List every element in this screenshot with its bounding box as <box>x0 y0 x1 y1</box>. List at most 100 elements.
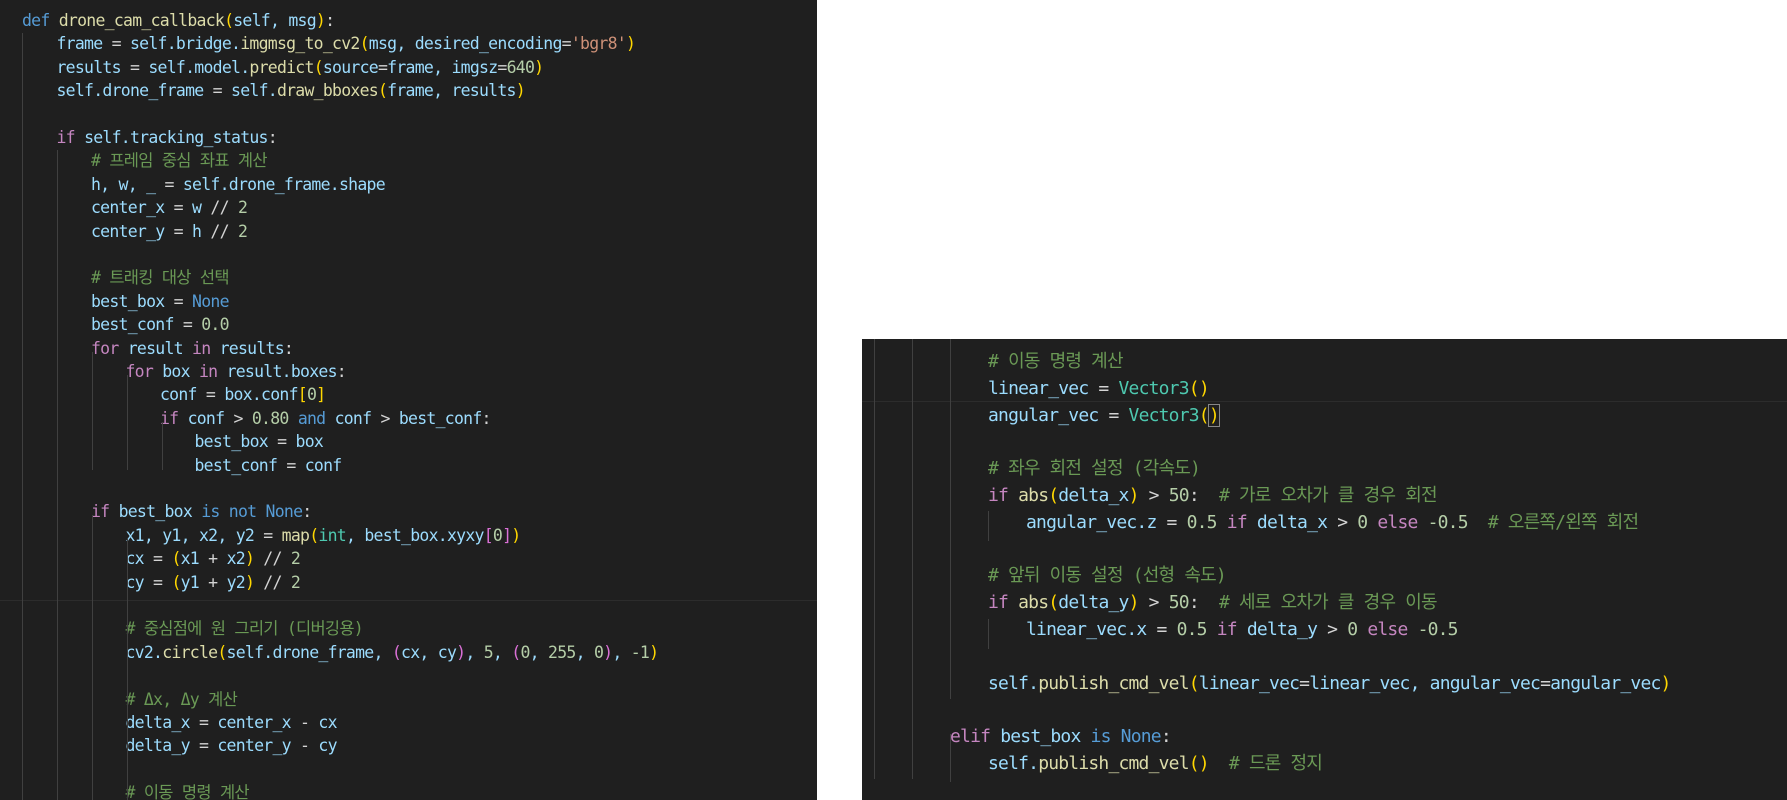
code-token: linear_vec.x <box>1026 619 1147 640</box>
code-line[interactable]: if self.tracking_status: <box>57 126 278 149</box>
code-token: else <box>1377 511 1418 533</box>
code-token: ( <box>1048 592 1059 614</box>
code-token: 'bgr8' <box>570 34 627 54</box>
code-token: conf <box>304 455 342 475</box>
code-line[interactable]: if best_box is not None: <box>91 500 312 523</box>
code-token: ] <box>502 525 512 545</box>
code-line[interactable]: linear_vec.x = 0.5 if delta_y > 0 else -… <box>1026 616 1459 643</box>
code-line[interactable]: def drone_cam_callback(self, msg): <box>22 9 335 32</box>
indent-guide <box>162 422 163 470</box>
code-line[interactable]: for result in results: <box>91 337 294 360</box>
code-line[interactable]: h, w, _ = self.drone_frame.shape <box>91 173 386 196</box>
code-token: center_x <box>217 713 291 732</box>
code-line[interactable]: center_y = h // 2 <box>91 220 248 243</box>
code-token: None <box>265 502 303 522</box>
code-token: 50 <box>1168 485 1190 506</box>
code-token: - <box>290 736 319 756</box>
code-line[interactable]: # Δx, Δy 계산 <box>126 688 238 711</box>
code-line[interactable]: delta_y = center_y - cy <box>126 734 338 757</box>
code-line[interactable]: # 이동 명령 계산 <box>988 348 1124 375</box>
code-comment: # 세로 오차가 클 경우 이동 <box>1218 592 1438 614</box>
code-line[interactable]: angular_vec.z = 0.5 if delta_x > 0 else … <box>1026 509 1639 536</box>
code-line[interactable]: cv2.circle(self.drone_frame, (cx, cy), 5… <box>126 641 660 664</box>
code-token: ) <box>603 642 613 662</box>
code-line[interactable]: x1, y1, x2, y2 = map(int, best_box.xyxy[… <box>126 524 522 547</box>
code-line[interactable]: cy = (y1 + y2) // 2 <box>126 571 301 594</box>
code-line[interactable]: # 트래킹 대상 선택 <box>91 266 229 289</box>
code-line[interactable]: results = self.model.predict(source=fram… <box>57 56 545 79</box>
code-line[interactable]: self.publish_cmd_vel(linear_vec=linear_v… <box>988 670 1671 697</box>
code-token: 0.5 <box>1186 511 1218 533</box>
code-line[interactable]: best_box = box <box>195 430 324 453</box>
code-token: draw_bboxes <box>276 81 379 101</box>
code-token: 2 <box>290 572 301 592</box>
code-line[interactable]: frame = self.bridge.imgmsg_to_cv2(msg, d… <box>57 32 636 55</box>
code-line[interactable]: best_conf = conf <box>195 454 343 477</box>
code-token: else <box>1367 619 1408 640</box>
code-token: def <box>22 11 50 30</box>
code-token: cx, cy <box>401 642 457 662</box>
indent-guide <box>22 33 23 800</box>
code-line[interactable]: cx = (x1 + x2) // 2 <box>126 547 301 570</box>
code-token: cx <box>125 549 145 569</box>
code-line[interactable]: # 중심점에 원 그리기 (디버깅용) <box>126 617 364 640</box>
code-line[interactable]: # 이동 명령 계산 <box>126 781 250 800</box>
code-token: publish_cmd_vel <box>1038 672 1189 694</box>
code-token: box.conf <box>224 385 298 405</box>
code-token: if <box>1226 511 1248 533</box>
code-token: = <box>102 34 130 54</box>
code-line[interactable]: if conf > 0.80 and conf > best_conf: <box>160 407 491 430</box>
code-editor-right[interactable]: # 이동 명령 계산 linear_vec = Vector3() angular_… <box>862 339 1787 800</box>
code-token: cx <box>318 713 337 732</box>
code-token: linear_vec <box>988 377 1089 399</box>
code-token: x2 <box>226 549 246 569</box>
code-line[interactable]: # 좌우 회전 설정 (각속도) <box>988 455 1201 482</box>
code-token: center_y <box>91 221 165 241</box>
code-token: ) <box>511 525 521 545</box>
code-editor-left[interactable]: def drone_cam_callback(self, msg): frame … <box>0 0 817 800</box>
code-line[interactable]: if abs(delta_x) > 50: # 가로 오차가 클 경우 회전 <box>988 482 1438 509</box>
code-line[interactable]: linear_vec = Vector3() <box>988 375 1210 402</box>
code-line[interactable]: conf = box.conf[0] <box>160 383 326 406</box>
code-token: ) <box>625 34 636 54</box>
code-token: > <box>1317 619 1348 640</box>
code-token: = <box>189 713 218 732</box>
code-line[interactable]: elif best_box is None: <box>950 723 1172 750</box>
code-token: best_conf <box>398 408 482 428</box>
code-token: self, msg <box>233 11 316 30</box>
code-token: ) <box>1207 403 1220 427</box>
code-token: ( <box>391 642 402 662</box>
code-token: , <box>465 642 484 662</box>
code-token: : <box>1188 592 1219 614</box>
code-line[interactable]: best_conf = 0.0 <box>91 313 230 336</box>
indent-guide <box>127 538 128 800</box>
indent-guide <box>57 150 58 800</box>
code-token: : <box>481 408 492 428</box>
code-line[interactable]: self.drone_frame = self.draw_bboxes(fram… <box>56 79 526 102</box>
code-line[interactable]: # 프레임 중심 좌표 계산 <box>91 149 268 172</box>
code-line[interactable]: delta_x = center_x - cx <box>126 711 338 734</box>
code-line[interactable]: best_box = None <box>91 290 230 313</box>
code-comment: # 오른쪽/왼쪽 회전 <box>1487 511 1639 533</box>
code-line[interactable]: # 앞뒤 이동 설정 (선형 속도) <box>988 562 1227 589</box>
code-token: = <box>254 525 282 545</box>
code-line[interactable]: center_x = w // 2 <box>91 196 248 219</box>
code-line[interactable]: angular_vec = Vector3() <box>988 402 1220 429</box>
code-token: : <box>336 362 347 381</box>
code-line[interactable]: for box in result.boxes: <box>126 360 347 383</box>
code-token: y1 <box>180 572 200 592</box>
code-comment: # 좌우 회전 설정 (각속도) <box>988 458 1201 480</box>
code-token: ( <box>309 525 319 545</box>
code-token: conf <box>187 408 225 428</box>
code-line[interactable]: if abs(delta_y) > 50: # 세로 오차가 클 경우 이동 <box>988 589 1438 616</box>
code-line[interactable]: self.publish_cmd_vel() # 드론 정지 <box>988 750 1323 777</box>
code-token: = <box>203 81 232 101</box>
code-token: abs <box>1018 485 1049 506</box>
code-token: self.drone_frame, <box>226 642 392 662</box>
code-token: self.drone_frame <box>56 81 205 101</box>
code-token: ) <box>1198 753 1210 774</box>
